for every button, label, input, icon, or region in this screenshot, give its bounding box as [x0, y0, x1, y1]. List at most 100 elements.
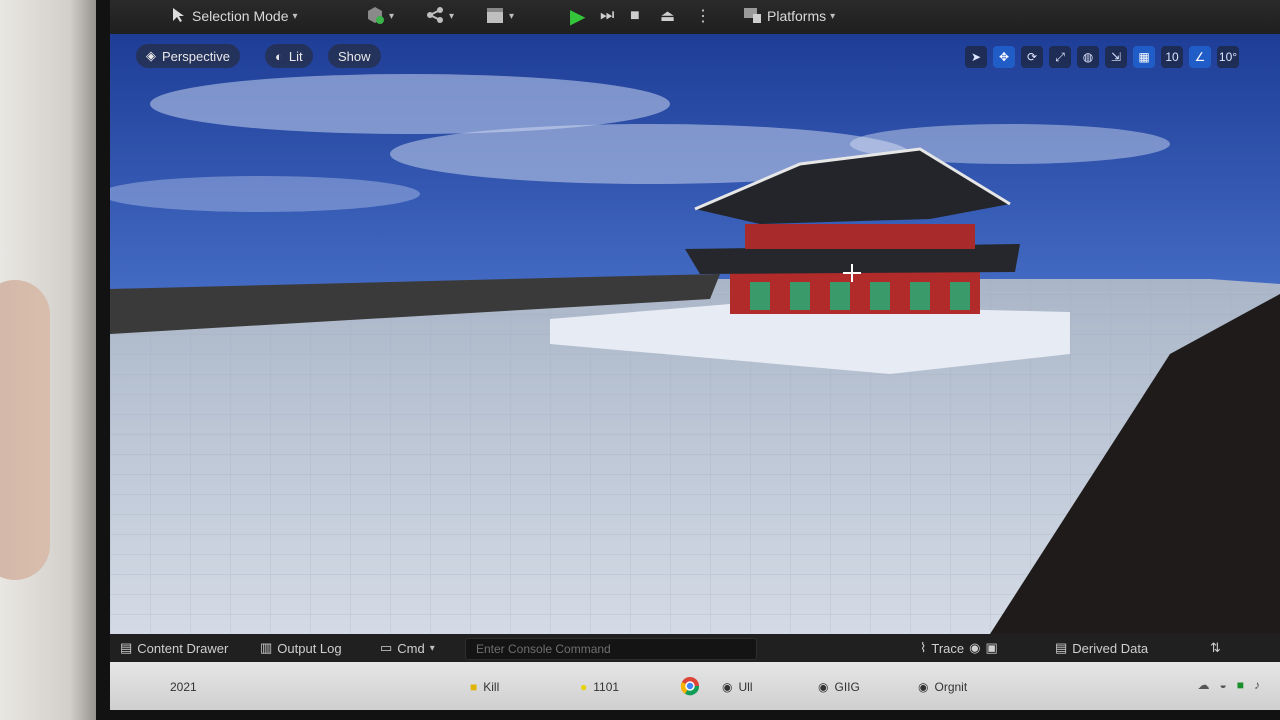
window: [830, 282, 850, 310]
perspective-button[interactable]: ◈ Perspective: [136, 44, 240, 68]
platforms-icon: [743, 6, 763, 27]
stop-button[interactable]: ■: [630, 4, 640, 28]
editor-screen: Selection Mode ▾ ▾ ▾ ▾ ▶ ⏭ ■ ⏏ ⋮ Platfor…: [110, 0, 1280, 710]
cinematics-button[interactable]: ▾: [485, 4, 514, 28]
os-taskbar: 2021 ■ Kill ● 1101 ◉ Ull ◉ GIIG ◉ Orgnit: [110, 662, 1280, 710]
database-icon: ▤: [1055, 640, 1068, 655]
presenter-hand: [0, 280, 50, 580]
taskbar-item-label: Kill: [483, 680, 500, 694]
cloud: [110, 176, 420, 212]
window: [790, 282, 810, 310]
console-input[interactable]: Enter Console Command: [465, 638, 757, 660]
trace-icon: ⌇: [920, 640, 927, 655]
window: [750, 282, 770, 310]
taskbar-item[interactable]: ◉ GIIG: [818, 676, 860, 698]
transform-toolbar: ➤ ✥ ⟳ ⤢ ◍ ⇲ ▦ 10 ∠ 10°: [965, 44, 1239, 70]
light-icon: ◐: [275, 48, 283, 64]
grid-size-value[interactable]: 10: [1161, 46, 1183, 68]
play-icon: ▶: [570, 5, 586, 28]
more-options-button[interactable]: ⋮: [695, 4, 711, 28]
source-control-button[interactable]: ⇅: [1210, 638, 1221, 658]
select-tool[interactable]: ➤: [965, 46, 987, 68]
chevron-down-icon: ▾: [830, 10, 836, 22]
level-viewport[interactable]: ◈ Perspective ◐ Lit Show ➤ ✥ ⟳ ⤢ ◍ ⇲ ▦ 1…: [110, 34, 1280, 634]
taskbar-item-label: Ull: [738, 680, 753, 694]
log-icon: ▥: [260, 640, 273, 655]
angle-icon: ∠: [1194, 50, 1206, 64]
cube-add-icon: [365, 5, 385, 28]
lit-label: Lit: [288, 48, 303, 64]
window: [910, 282, 930, 310]
stop-icon: ■: [630, 7, 640, 24]
taskbar-item[interactable]: ● 1101: [580, 676, 619, 698]
chevron-down-icon: ▾: [292, 10, 298, 22]
rotation-snap-toggle[interactable]: ∠: [1189, 46, 1211, 68]
chevron-down-icon: ▾: [429, 642, 435, 654]
play-button[interactable]: ▶: [570, 4, 585, 28]
taskbar-item-label: 1101: [593, 680, 620, 694]
taskbar-item-label: 2021: [170, 680, 197, 694]
file-icon: ●: [580, 680, 588, 694]
chevron-down-icon: ▾: [509, 10, 515, 22]
arrow-icon: ➤: [970, 50, 982, 64]
cloud-icon[interactable]: ☁: [1198, 678, 1210, 692]
content-drawer-label: Content Drawer: [137, 640, 229, 656]
world-space-toggle[interactable]: ◍: [1077, 46, 1099, 68]
system-tray: ☁ ◒ ■ ♪: [1198, 678, 1261, 692]
perspective-label: Perspective: [162, 48, 230, 64]
scale-icon: ⤢: [1055, 49, 1065, 64]
cmd-label: Cmd: [397, 640, 425, 656]
rotate-tool[interactable]: ⟳: [1021, 46, 1043, 68]
cube-icon: ◈: [146, 48, 156, 63]
unreal-icon: ◉: [722, 680, 733, 694]
more-vertical-icon: ⋮: [695, 8, 711, 25]
derived-data-button[interactable]: ▤ Derived Data: [1055, 638, 1148, 658]
lit-button[interactable]: ◐ Lit: [265, 44, 313, 68]
taskbar-item[interactable]: ■ Kill: [470, 676, 499, 698]
blueprint-icon: [425, 5, 445, 28]
chevron-down-icon: ▾: [449, 10, 455, 22]
selection-mode-dropdown[interactable]: Selection Mode ▾: [170, 4, 298, 28]
eject-icon: ⏏: [660, 8, 676, 25]
trace-button[interactable]: ⌇ Trace ◉ ▣: [920, 638, 998, 658]
terminal-icon: ▭: [380, 640, 393, 655]
volume-icon[interactable]: ♪: [1254, 678, 1260, 692]
add-content-button[interactable]: ▾: [365, 4, 394, 28]
translate-tool[interactable]: ✥: [993, 46, 1015, 68]
network-icon[interactable]: ◒: [1220, 678, 1227, 692]
record-icon: ◉: [969, 640, 981, 655]
surface-snapping-toggle[interactable]: ⇲: [1105, 46, 1127, 68]
selection-mode-label: Selection Mode: [192, 8, 289, 24]
chrome-taskbar-button[interactable]: [680, 676, 700, 698]
upper-story: [745, 224, 975, 249]
grid-snap-toggle[interactable]: ▦: [1133, 46, 1155, 68]
blueprint-button[interactable]: ▾: [425, 4, 454, 28]
cmd-dropdown[interactable]: ▭ Cmd ▾: [380, 638, 435, 658]
window: [950, 282, 970, 310]
content-drawer-button[interactable]: ▤ Content Drawer: [120, 638, 228, 658]
app-icon[interactable]: ■: [1237, 678, 1244, 692]
rotation-snap-value[interactable]: 10°: [1217, 46, 1239, 68]
taskbar-item[interactable]: ◉ Orgnit: [918, 676, 967, 698]
chrome-icon: [680, 676, 700, 699]
camera-icon: ▣: [985, 640, 998, 655]
main-toolbar: Selection Mode ▾ ▾ ▾ ▾ ▶ ⏭ ■ ⏏ ⋮ Platfor…: [110, 0, 1280, 34]
eject-button[interactable]: ⏏: [660, 4, 675, 28]
scale-tool[interactable]: ⤢: [1049, 46, 1071, 68]
cursor-icon: [170, 6, 188, 27]
play-next-button[interactable]: ⏭: [600, 4, 614, 28]
output-log-button[interactable]: ▥ Output Log: [260, 638, 342, 658]
taskbar-item[interactable]: 2021: [170, 676, 197, 698]
move-icon: ✥: [998, 50, 1010, 64]
window: [870, 282, 890, 310]
viewport-scene: [110, 34, 1280, 634]
platforms-label: Platforms: [767, 8, 827, 24]
taskbar-item[interactable]: ◉ Ull: [722, 676, 752, 698]
folder-icon: ■: [470, 680, 478, 694]
snap-icon: ⇲: [1110, 50, 1122, 64]
platforms-dropdown[interactable]: Platforms ▾: [743, 4, 835, 28]
show-button[interactable]: Show: [328, 44, 381, 68]
skip-forward-icon: ⏭: [600, 7, 615, 24]
taskbar-item-label: GIIG: [834, 680, 860, 694]
unreal-icon: ◉: [818, 680, 829, 694]
